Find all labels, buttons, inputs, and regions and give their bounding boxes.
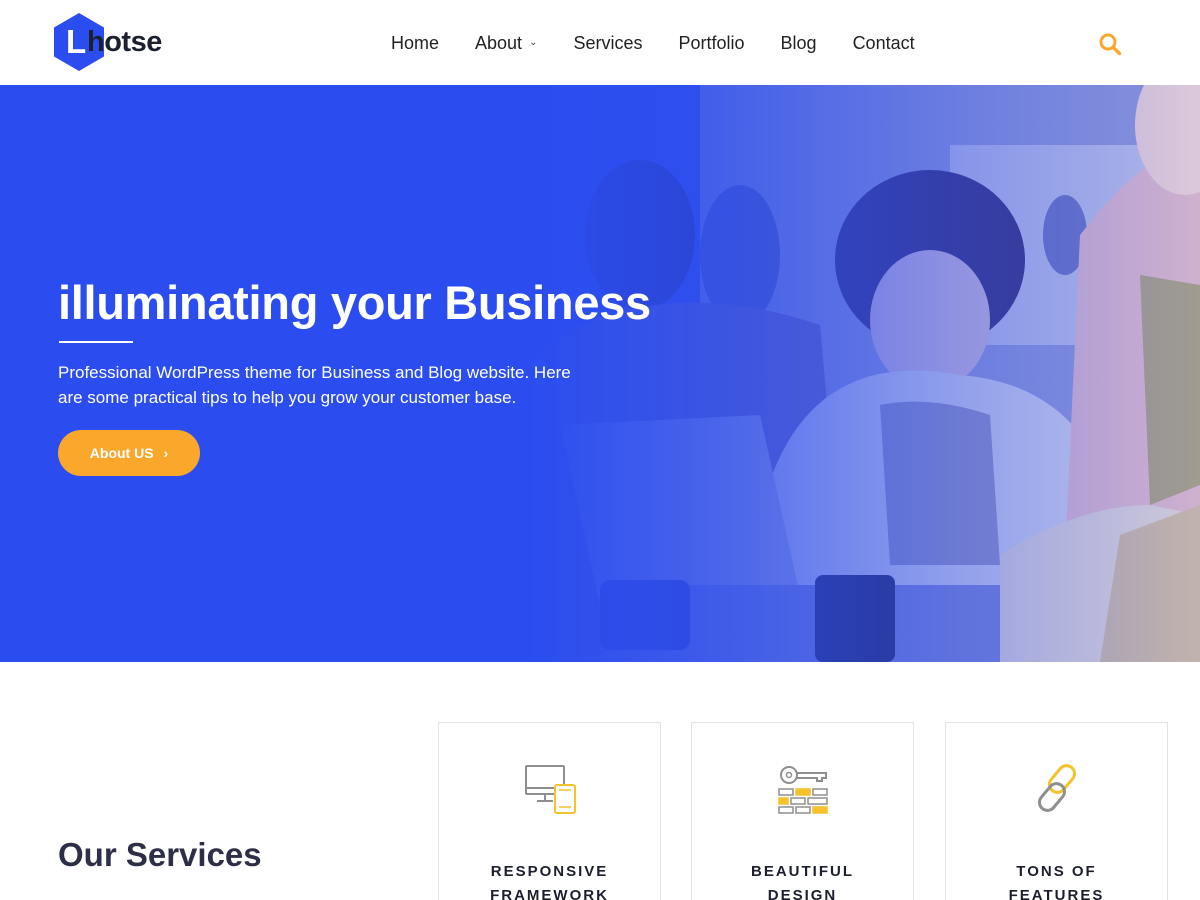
nav-item-about[interactable]: About ⌄ (475, 33, 537, 54)
about-us-button-label: About US (89, 445, 154, 461)
chain-link-icon (1038, 764, 1076, 812)
service-card-design[interactable]: BEAUTIFUL DESIGN (691, 722, 914, 900)
chevron-down-icon: ⌄ (529, 36, 538, 48)
nav-item-label: Blog (780, 32, 817, 53)
service-card-label: TONS OF FEATURES (1008, 863, 1105, 900)
nav-item-label: Contact (852, 32, 915, 53)
logo-letter: L (66, 23, 87, 60)
nav-item-blog[interactable]: Blog (781, 33, 817, 54)
nav-item-label: Services (573, 32, 643, 53)
service-card-responsive[interactable]: RESPONSIVE FRAMEWORK (438, 722, 661, 900)
site-logo[interactable]: L hotse (52, 12, 182, 72)
nav-item-label: Home (391, 32, 440, 53)
service-card-label: RESPONSIVE FRAMEWORK (490, 863, 609, 900)
service-card-features[interactable]: TONS OF FEATURES (945, 722, 1168, 900)
hero-description: Professional WordPress theme for Busines… (58, 363, 571, 407)
hero-banner: illuminating your Business Professional … (0, 85, 1200, 662)
services-heading: Our Services (58, 836, 262, 873)
hero-title: illuminating your Business (58, 276, 651, 329)
key-design-icon (778, 766, 828, 814)
about-us-button[interactable]: About US › (58, 430, 200, 476)
nav-item-label: About (475, 32, 523, 53)
main-nav: Home About ⌄ Services Portfolio Blog Cont… (391, 30, 951, 56)
nav-item-label: Portfolio (678, 32, 745, 53)
nav-item-contact[interactable]: Contact (853, 33, 915, 54)
search-icon[interactable] (1098, 32, 1122, 56)
nav-item-services[interactable]: Services (573, 33, 642, 54)
site-header: L hotse Home About ⌄ Services Portfolio B… (0, 0, 1200, 85)
logo-text: hotse (87, 26, 162, 58)
service-card-label: BEAUTIFUL DESIGN (751, 863, 854, 900)
chevron-right-icon: › (163, 445, 169, 461)
nav-item-home[interactable]: Home (391, 33, 439, 54)
responsive-devices-icon (525, 765, 576, 814)
nav-item-portfolio[interactable]: Portfolio (678, 33, 744, 54)
hero-divider (59, 341, 133, 343)
